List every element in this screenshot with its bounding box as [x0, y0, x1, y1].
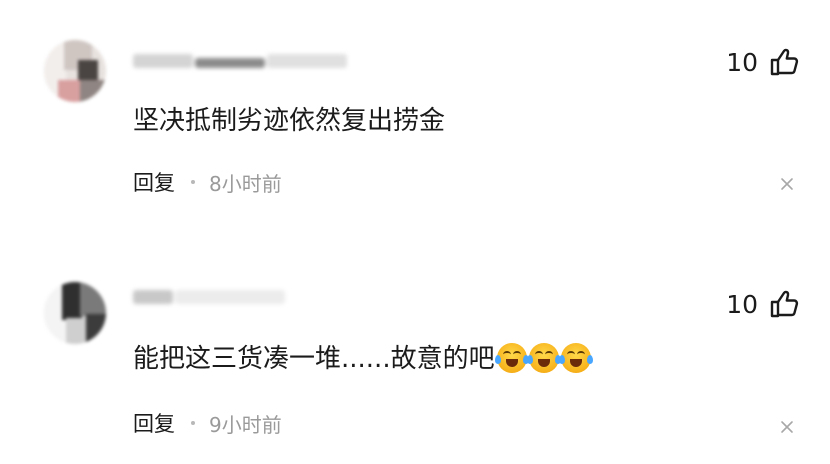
- username-redacted[interactable]: [133, 286, 347, 310]
- username-redacted[interactable]: [133, 50, 347, 74]
- comment-item: 坚决抵制劣迹依然复出捞金 回复 8小时前 10: [0, 0, 830, 232]
- like-count: 10: [726, 47, 758, 77]
- comment-text: 能把这三货凑一堆......故意的吧: [133, 342, 593, 376]
- comment-actions: 回复 9小时前: [133, 408, 282, 438]
- comment-text-content: 能把这三货凑一堆......故意的吧: [133, 344, 495, 374]
- comment-timestamp: 8小时前: [209, 171, 282, 196]
- comment-text: 坚决抵制劣迹依然复出捞金: [133, 106, 446, 136]
- separator-dot: [191, 180, 195, 184]
- laughing-crying-emoji: [526, 343, 561, 373]
- separator-dot: [191, 421, 195, 425]
- comment-actions: 回复 8小时前: [133, 167, 282, 197]
- comment-timestamp: 9小时前: [209, 412, 282, 437]
- like-group[interactable]: 10: [726, 288, 800, 320]
- thumbs-up-icon[interactable]: [768, 46, 800, 78]
- laughing-crying-emoji: [558, 343, 593, 373]
- reply-button[interactable]: 回复: [133, 167, 175, 197]
- comment-item: 能把这三货凑一堆......故意的吧 回复 9小时前 10: [0, 232, 830, 464]
- laughing-crying-emoji: [494, 343, 529, 373]
- like-group[interactable]: 10: [726, 46, 800, 78]
- like-count: 10: [726, 289, 758, 319]
- close-icon[interactable]: [780, 177, 794, 191]
- avatar[interactable]: [44, 282, 106, 344]
- thumbs-up-icon[interactable]: [768, 288, 800, 320]
- avatar[interactable]: [44, 40, 106, 102]
- reply-button[interactable]: 回复: [133, 408, 175, 438]
- close-icon[interactable]: [780, 420, 794, 434]
